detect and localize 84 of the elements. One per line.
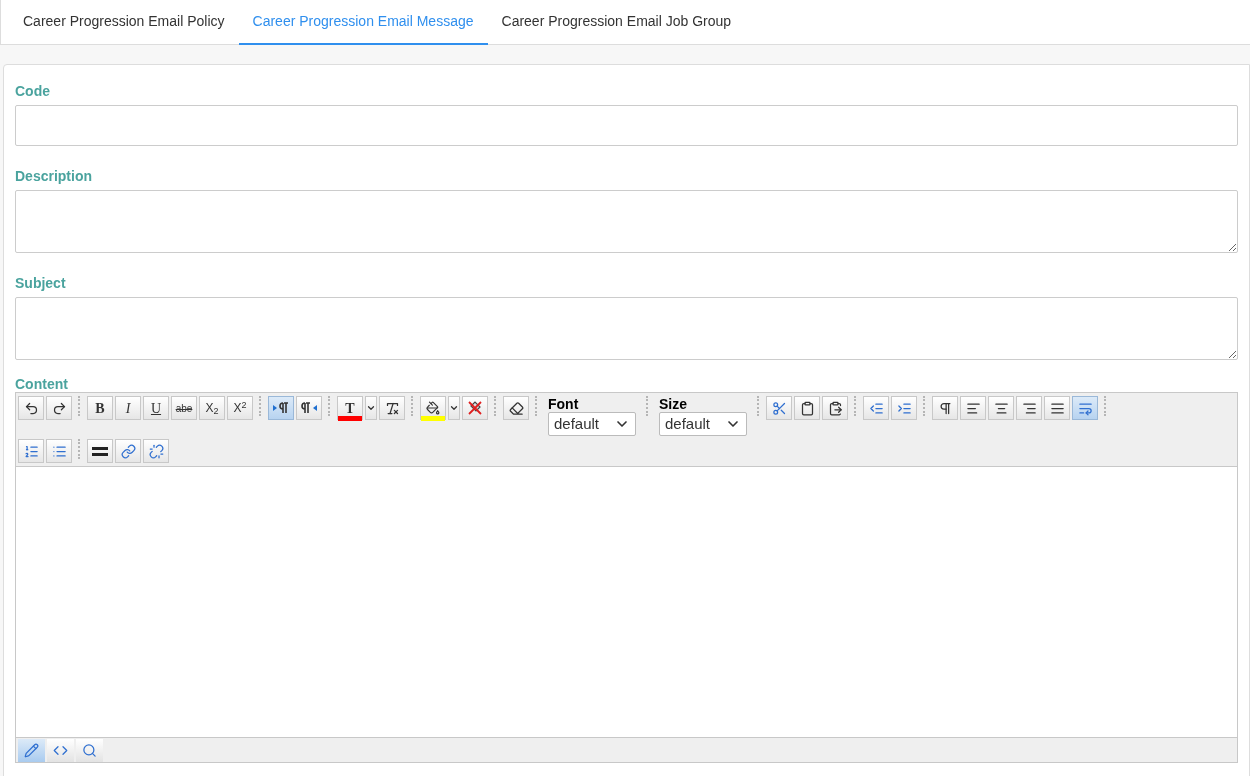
bullet-list-icon xyxy=(51,443,67,459)
scissors-icon xyxy=(771,400,787,416)
ordered-list-icon xyxy=(23,443,39,459)
tab[interactable]: Career Progression Email Policy xyxy=(9,0,239,45)
script-button[interactable]: X$^{2}$ xyxy=(227,396,253,420)
indent-button[interactable] xyxy=(891,396,917,420)
field-label: Description xyxy=(15,167,93,186)
script-button[interactable]: X$_{2}$ xyxy=(199,396,225,420)
code-icon xyxy=(53,743,68,758)
bullet-list-button[interactable] xyxy=(46,439,72,463)
align-left-icon xyxy=(965,400,981,416)
bold-button[interactable]: B xyxy=(87,396,113,420)
mode-tab[interactable] xyxy=(18,739,45,762)
toolbar-separator xyxy=(78,396,81,416)
field-label: Code xyxy=(15,82,51,101)
redo-button[interactable] xyxy=(46,396,72,420)
paste-button[interactable] xyxy=(822,396,848,420)
wrap-text-icon xyxy=(1077,400,1093,416)
align-right-button[interactable] xyxy=(1016,396,1042,420)
underline-button[interactable]: U xyxy=(143,396,169,420)
toolbar-separator xyxy=(757,396,760,416)
toolbar-separator xyxy=(411,396,414,416)
unlink-icon xyxy=(148,443,164,459)
search-icon xyxy=(82,743,97,758)
paste-icon xyxy=(827,400,843,416)
scissors-button[interactable] xyxy=(766,396,792,420)
remove-format-button[interactable] xyxy=(379,396,405,420)
pencil-icon xyxy=(24,743,39,758)
mode-tab[interactable] xyxy=(47,739,74,762)
eraser-icon xyxy=(508,400,524,416)
select-field[interactable]: default xyxy=(659,412,747,436)
toolbar-separator xyxy=(854,396,857,416)
link-button[interactable] xyxy=(115,439,141,463)
highlight-color-button[interactable] xyxy=(420,396,446,420)
toolbar-separator xyxy=(78,439,81,459)
indent-icon xyxy=(896,400,912,416)
italic-button[interactable]: I xyxy=(115,396,141,420)
toolbar-separator xyxy=(328,396,331,416)
tab[interactable]: Career Progression Email Job Group xyxy=(487,0,746,45)
text-color-button[interactable]: T xyxy=(337,396,363,420)
align-center-button[interactable] xyxy=(988,396,1014,420)
wrap-text-button[interactable] xyxy=(1072,396,1098,420)
toolbar-separator xyxy=(646,396,649,416)
right-to-left-button[interactable] xyxy=(296,396,322,420)
select-label: Font xyxy=(548,396,580,412)
paint-bucket-icon xyxy=(426,401,440,415)
horizontal-rule-button[interactable] xyxy=(87,439,113,463)
left-to-right-button[interactable] xyxy=(268,396,294,420)
ltr-icon xyxy=(273,401,289,415)
select-label: Size xyxy=(659,396,688,412)
outdent-icon xyxy=(868,400,884,416)
align-right-icon xyxy=(1021,400,1037,416)
strike-button[interactable]: abe xyxy=(171,396,197,420)
toolbar-separator xyxy=(1104,396,1107,416)
clear-highlight-icon xyxy=(467,400,483,416)
toolbar-separator xyxy=(535,396,538,416)
undo-button[interactable] xyxy=(18,396,44,420)
justify-button[interactable] xyxy=(1044,396,1070,420)
align-center-icon xyxy=(993,400,1009,416)
field-label: Subject xyxy=(15,274,67,293)
redo-icon xyxy=(51,400,67,416)
remove-format-icon xyxy=(384,400,400,416)
select-field[interactable]: default xyxy=(548,412,636,436)
outdent-button[interactable] xyxy=(863,396,889,420)
pilcrow-button[interactable] xyxy=(932,396,958,420)
rtl-icon xyxy=(301,401,317,415)
toolbar-separator xyxy=(494,396,497,416)
toolbar-separator xyxy=(923,396,926,416)
toolbar-separator xyxy=(259,396,262,416)
link-icon xyxy=(120,443,136,459)
justify-icon xyxy=(1049,400,1065,416)
mode-tab[interactable] xyxy=(76,739,103,762)
ordered-list-button[interactable] xyxy=(18,439,44,463)
horizontal-rule-icon xyxy=(92,446,108,456)
align-left-button[interactable] xyxy=(960,396,986,420)
clipboard-button[interactable] xyxy=(794,396,820,420)
text-field[interactable] xyxy=(15,105,1238,146)
field-label: Content xyxy=(15,375,69,394)
clipboard-icon xyxy=(799,400,815,416)
pilcrow-icon xyxy=(937,400,953,416)
undo-icon xyxy=(23,400,39,416)
unlink-button[interactable] xyxy=(143,439,169,463)
clear-highlight-button[interactable] xyxy=(462,396,488,420)
eraser-button[interactable] xyxy=(503,396,529,420)
